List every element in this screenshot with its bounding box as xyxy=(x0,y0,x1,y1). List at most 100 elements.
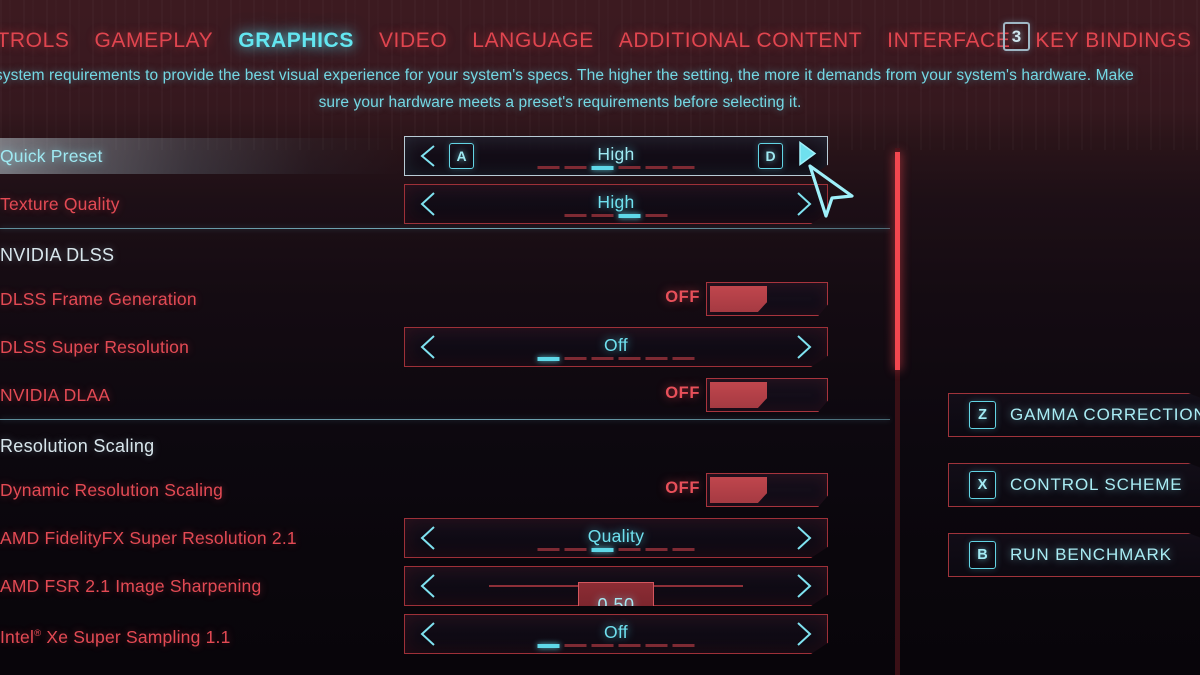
setting-value: Quality xyxy=(587,526,645,546)
step-dash xyxy=(537,166,560,169)
tab-video[interactable]: VIDEO xyxy=(379,29,447,53)
toggle-state-text: OFF xyxy=(665,384,700,402)
step-dash xyxy=(645,644,668,647)
nvidia-dlaa-toggle-wrap[interactable]: OFF xyxy=(404,375,828,415)
chevron-right-icon[interactable] xyxy=(795,573,813,599)
keycap-x[interactable]: X xyxy=(969,471,996,499)
tab-key-bindings[interactable]: KEY BINDINGS xyxy=(1035,29,1191,53)
setting-label: NVIDIA DLAA xyxy=(0,385,111,405)
setting-value: High xyxy=(597,192,635,212)
keycap-next[interactable]: D xyxy=(758,143,783,169)
toggle-switch[interactable] xyxy=(706,473,828,507)
chevron-right-icon[interactable] xyxy=(795,191,813,217)
setting-row-texture-quality[interactable]: Texture Quality High xyxy=(0,180,890,228)
tab-gameplay[interactable]: GAMEPLAY xyxy=(94,29,213,53)
setting-row-dynamic-resolution-scaling[interactable]: Dynamic Resolution Scaling OFF xyxy=(0,466,890,514)
chevron-right-icon[interactable] xyxy=(795,525,813,551)
toggle-knob xyxy=(710,477,767,503)
chevron-right-icon[interactable] xyxy=(795,334,813,360)
tab-controls[interactable]: CONTROLS xyxy=(0,29,69,53)
amd-fsr-sharpening-slider[interactable]: 0.50 xyxy=(404,566,828,606)
setting-row-nvidia-dlaa[interactable]: NVIDIA DLAA OFF xyxy=(0,371,890,419)
setting-row-amd-fsr[interactable]: AMD FidelityFX Super Resolution 2.1 Qual… xyxy=(0,514,890,562)
setting-label: DLSS Super Resolution xyxy=(0,337,190,357)
tab-cycle-keycap[interactable]: 3 xyxy=(1003,22,1030,51)
setting-row-dlss-super-resolution[interactable]: DLSS Super Resolution Off xyxy=(0,323,890,371)
action-button-panel: Z GAMMA CORRECTION X CONTROL SCHEME B RU… xyxy=(948,393,1200,603)
setting-label: AMD FSR 2.1 Image Sharpening xyxy=(0,576,262,596)
dlss-frame-generation-toggle-wrap[interactable]: OFF xyxy=(404,279,828,319)
setting-value: Off xyxy=(604,622,628,642)
keycap-b[interactable]: B xyxy=(969,541,996,569)
step-dash xyxy=(564,644,587,647)
step-dash xyxy=(618,166,641,169)
setting-label: DLSS Frame Generation xyxy=(0,289,197,309)
step-indicator xyxy=(537,357,695,361)
scrollbar-thumb[interactable] xyxy=(895,152,900,370)
toggle-switch[interactable] xyxy=(706,378,828,412)
setting-label: Intel® Xe Super Sampling 1.1 xyxy=(0,610,231,658)
step-dash xyxy=(672,644,695,647)
chevron-left-icon[interactable] xyxy=(419,573,437,599)
step-dash xyxy=(645,166,668,169)
step-dash xyxy=(591,644,614,647)
tab-language[interactable]: LANGUAGE xyxy=(472,29,594,53)
step-dash xyxy=(645,357,668,360)
chevron-right-icon[interactable] xyxy=(795,621,813,647)
step-indicator xyxy=(537,166,695,170)
setting-label-text: Intel xyxy=(0,626,35,647)
settings-screen: CONTROLS GAMEPLAY GRAPHICS VIDEO LANGUAG… xyxy=(0,0,1200,675)
settings-list: Quick Preset A High D Texture Quality Hi… xyxy=(0,132,890,658)
gamma-correction-button[interactable]: Z GAMMA CORRECTION xyxy=(948,393,1200,437)
chevron-right-icon-filled[interactable] xyxy=(797,141,817,172)
setting-label: Texture Quality xyxy=(0,194,120,214)
setting-label: Dynamic Resolution Scaling xyxy=(0,480,224,500)
tab-graphics[interactable]: GRAPHICS xyxy=(238,29,354,53)
step-dash xyxy=(645,214,668,217)
toggle-knob xyxy=(710,382,767,408)
step-dash xyxy=(672,166,695,169)
setting-label-text-cont: Xe Super Sampling 1.1 xyxy=(41,626,231,647)
action-label: RUN BENCHMARK xyxy=(1010,545,1172,564)
step-dash xyxy=(591,214,614,217)
tab-additional-content[interactable]: ADDITIONAL CONTENT xyxy=(619,29,862,53)
step-dash-active xyxy=(591,548,614,552)
setting-row-dlss-frame-generation[interactable]: DLSS Frame Generation OFF xyxy=(0,275,890,323)
section-divider xyxy=(0,228,890,229)
step-dash xyxy=(618,357,641,360)
control-scheme-button[interactable]: X CONTROL SCHEME xyxy=(948,463,1200,507)
amd-fsr-stepper[interactable]: Quality xyxy=(404,518,828,558)
setting-label: Quick Preset xyxy=(0,146,103,166)
run-benchmark-button[interactable]: B RUN BENCHMARK xyxy=(948,533,1200,577)
toggle-knob xyxy=(710,286,767,312)
dynamic-resolution-scaling-toggle-wrap[interactable]: OFF xyxy=(404,470,828,510)
step-dash xyxy=(672,357,695,360)
intel-xess-stepper[interactable]: Off xyxy=(404,614,828,654)
step-dash xyxy=(564,214,587,217)
section-divider xyxy=(0,419,890,420)
setting-description: t system requirements to provide the bes… xyxy=(0,67,1134,111)
step-dash xyxy=(591,357,614,360)
slider-track[interactable]: 0.50 xyxy=(489,582,743,606)
quick-preset-stepper[interactable]: A High D xyxy=(404,136,828,176)
step-dash xyxy=(537,548,560,551)
keycap-z[interactable]: Z xyxy=(969,401,996,429)
texture-quality-stepper[interactable]: High xyxy=(404,184,828,224)
toggle-state-text: OFF xyxy=(665,479,700,497)
toggle-switch[interactable] xyxy=(706,282,828,316)
dlss-super-resolution-stepper[interactable]: Off xyxy=(404,327,828,367)
step-dash-active xyxy=(537,357,560,361)
action-label: GAMMA CORRECTION xyxy=(1010,405,1200,424)
setting-row-amd-fsr-sharpening[interactable]: AMD FSR 2.1 Image Sharpening 0.50 xyxy=(0,562,890,610)
tab-interface[interactable]: INTERFACE xyxy=(887,29,1010,53)
step-dash xyxy=(645,548,668,551)
step-dash-active xyxy=(537,644,560,648)
bracket-decoration xyxy=(948,401,949,431)
setting-label: AMD FidelityFX Super Resolution 2.1 xyxy=(0,528,297,548)
setting-row-quick-preset[interactable]: Quick Preset A High D xyxy=(0,132,890,180)
setting-row-intel-xess[interactable]: Intel® Xe Super Sampling 1.1 Off xyxy=(0,610,890,658)
step-dash-active xyxy=(618,214,641,218)
step-dash xyxy=(564,357,587,360)
step-dash xyxy=(564,166,587,169)
group-header-resolution-scaling: Resolution Scaling xyxy=(0,436,155,456)
